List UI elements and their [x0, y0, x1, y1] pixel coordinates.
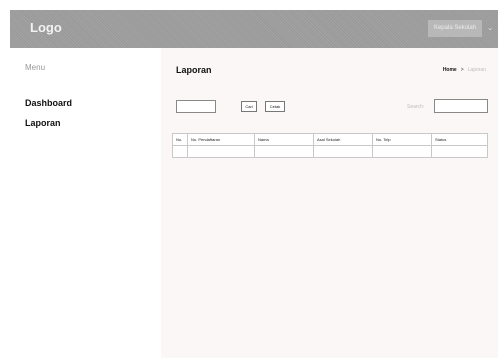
column-header-no-pendaftaran[interactable]: No. Pendaftaran	[187, 133, 255, 146]
table-cell	[372, 145, 432, 158]
breadcrumb: Home > Laporan	[443, 67, 486, 73]
search-label: Search:	[407, 104, 425, 110]
table-cell	[187, 145, 255, 158]
date-filter-input[interactable]	[176, 100, 216, 113]
column-header-no[interactable]: No.	[172, 133, 188, 146]
menu-title: Menu	[25, 63, 46, 72]
sidebar: Menu Dashboard Laporan	[10, 48, 160, 358]
column-header-no-telp[interactable]: No. Telp	[372, 133, 432, 146]
table-cell	[431, 145, 488, 158]
cetak-button[interactable]: Cetak	[265, 101, 285, 112]
user-menu-button[interactable]: Kepala Sekolah	[428, 20, 482, 37]
column-header-status[interactable]: Status	[431, 133, 488, 146]
table-cell	[172, 145, 188, 158]
column-header-nama[interactable]: Nama	[254, 133, 314, 146]
top-navbar: Logo Kepala Sekolah ⌄	[10, 10, 498, 48]
table-cell	[313, 145, 373, 158]
table-header-row: No. No. Pendaftaran Nama Asal Sekolah No…	[172, 133, 488, 146]
cari-button[interactable]: Cari	[241, 101, 257, 112]
chevron-down-icon[interactable]: ⌄	[487, 24, 493, 32]
logo: Logo	[30, 20, 62, 35]
table-row	[172, 145, 488, 158]
sidebar-item-dashboard[interactable]: Dashboard	[25, 98, 72, 108]
breadcrumb-home-link[interactable]: Home	[443, 67, 457, 73]
sidebar-item-laporan[interactable]: Laporan	[25, 118, 61, 128]
page-title: Laporan	[176, 65, 212, 75]
column-header-asal-sekolah[interactable]: Asal Sekolah	[313, 133, 373, 146]
breadcrumb-current: Laporan	[467, 67, 486, 73]
breadcrumb-separator: >	[460, 67, 464, 73]
table-cell	[254, 145, 314, 158]
search-input[interactable]	[434, 99, 488, 113]
main-content: Laporan Home > Laporan Cari Cetak Search: …	[161, 48, 498, 358]
laporan-table: No. No. Pendaftaran Nama Asal Sekolah No…	[172, 133, 488, 158]
